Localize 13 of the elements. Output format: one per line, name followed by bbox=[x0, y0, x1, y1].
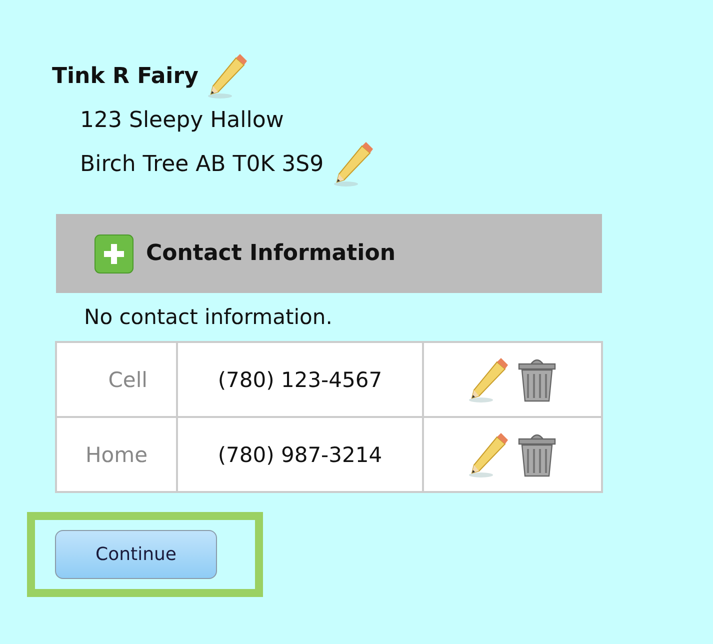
person-name: Tink R Fairy bbox=[52, 64, 198, 88]
pencil-icon[interactable] bbox=[466, 430, 511, 478]
add-icon[interactable] bbox=[94, 234, 134, 274]
table-cell: Cell bbox=[56, 342, 177, 417]
address-line: 123 Sleepy Hallow bbox=[80, 108, 284, 132]
pencil-icon[interactable] bbox=[466, 356, 511, 404]
address-line: Birch Tree AB T0K 3S9 bbox=[80, 152, 324, 176]
table-cell: (780) 123-4567 bbox=[176, 342, 424, 417]
table-cell: Home bbox=[56, 417, 177, 492]
section-title: Contact Information bbox=[146, 241, 396, 266]
pencil-icon[interactable] bbox=[332, 140, 376, 188]
table-cell: (780) 987-3214 bbox=[176, 417, 424, 492]
continue-button[interactable]: Continue bbox=[55, 530, 217, 579]
